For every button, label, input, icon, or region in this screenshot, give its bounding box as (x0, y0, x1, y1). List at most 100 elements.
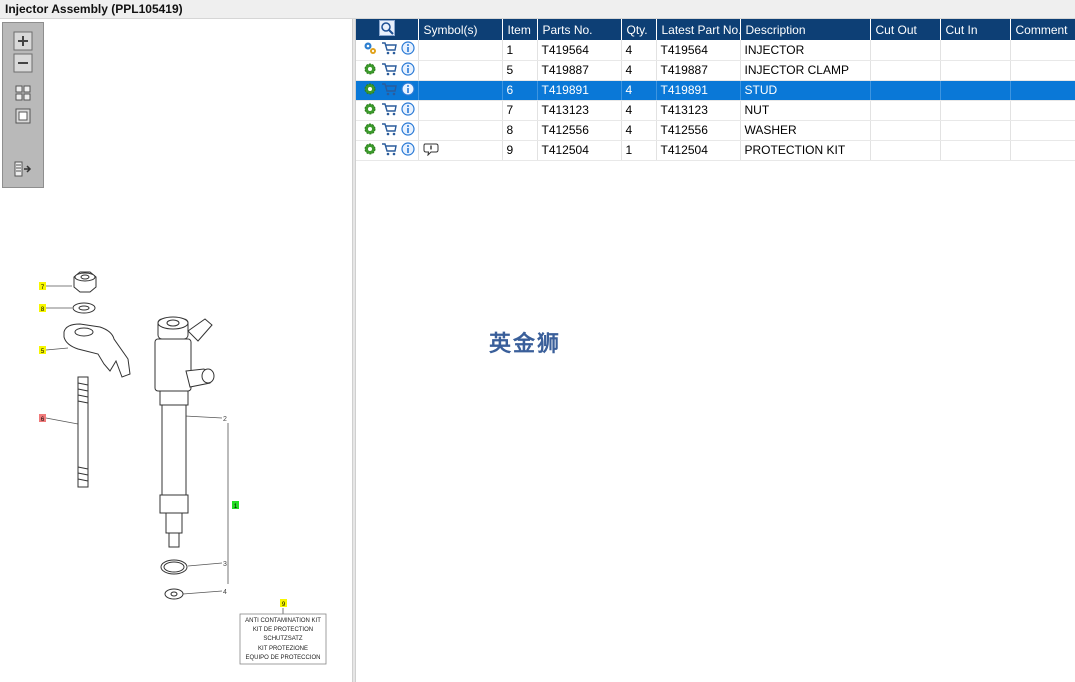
cell-part-no: T412556 (537, 120, 622, 141)
cell-qty: 4 (621, 80, 657, 101)
header-cut-out[interactable]: Cut Out (870, 19, 941, 40)
plus-icon (13, 31, 33, 51)
callout-2-label[interactable]: 2 (223, 416, 227, 423)
cell-qty: 1 (621, 140, 657, 161)
header-qty[interactable]: Qty. (621, 19, 657, 40)
info-icon (401, 101, 415, 116)
callout-3-label[interactable]: 3 (223, 561, 227, 568)
diagram-pane[interactable]: 7 8 5 6 2 1 3 4 9 ANTI CONTAMINATION KIT… (0, 19, 352, 682)
cell-comment (1010, 60, 1075, 81)
symbol-note[interactable] (423, 143, 439, 159)
header-description[interactable]: Description (740, 19, 871, 40)
info-icon (401, 81, 415, 96)
cell-part-no: T419564 (537, 40, 622, 61)
header-actions[interactable] (356, 19, 419, 40)
table-row[interactable]: 5 T419887 4 T419887 INJECTOR CLAMP (356, 60, 1075, 81)
cell-item: 9 (502, 140, 538, 161)
zoom-in-button[interactable] (13, 31, 33, 51)
header-symbols[interactable]: Symbol(s) (418, 19, 503, 40)
callout-8: 8 (39, 304, 46, 313)
cell-item: 6 (502, 80, 538, 101)
search-icon (378, 20, 395, 36)
configure-button[interactable] (362, 122, 378, 139)
seal-parts (160, 559, 188, 600)
table-row[interactable]: 9 T412504 1 T412504 PROTECTION KIT (356, 140, 1075, 161)
configure-button[interactable] (362, 102, 378, 119)
row-actions (356, 60, 419, 81)
cell-comment (1010, 40, 1075, 61)
header-latest-part-no[interactable]: Latest Part No. (656, 19, 741, 40)
table-row[interactable]: 1 T419564 4 T419564 INJECTOR (356, 40, 1075, 61)
grid-icon (15, 85, 31, 101)
kit-box-line: ANTI CONTAMINATION KIT (245, 618, 321, 624)
cell-qty: 4 (621, 120, 657, 141)
cell-qty: 4 (621, 60, 657, 81)
export-button[interactable] (13, 159, 33, 179)
cell-part-no: T419891 (537, 80, 622, 101)
cell-comment (1010, 80, 1075, 101)
cell-latest-part-no: T413123 (656, 100, 741, 121)
callout-2: 2 (223, 416, 227, 423)
cell-description: WASHER (740, 120, 871, 141)
cell-symbols (418, 120, 503, 141)
cell-cut-out (870, 60, 941, 81)
header-comment[interactable]: Comment (1010, 19, 1075, 40)
cell-description: INJECTOR CLAMP (740, 60, 871, 81)
table-row[interactable]: 8 T412556 4 T412556 WASHER (356, 120, 1075, 141)
cell-qty: 4 (621, 40, 657, 61)
configure-button[interactable] (362, 142, 378, 159)
callout-5: 5 (39, 346, 46, 355)
table-row[interactable]: 7 T413123 4 T413123 NUT (356, 100, 1075, 121)
info-icon (401, 121, 415, 136)
header-item[interactable]: Item (502, 19, 538, 40)
cell-symbols (418, 80, 503, 101)
zoom-out-button[interactable] (13, 53, 33, 73)
cart-icon (382, 42, 397, 55)
info-button[interactable] (400, 41, 416, 58)
clamp-part (63, 323, 131, 378)
cell-latest-part-no: T419887 (656, 60, 741, 81)
callout-4-label[interactable]: 4 (223, 589, 227, 596)
cell-cut-in (940, 140, 1011, 161)
cell-cut-in (940, 100, 1011, 121)
add-to-cart-button[interactable] (381, 102, 397, 119)
header-parts-no[interactable]: Parts No. (537, 19, 622, 40)
cell-part-no: T419887 (537, 60, 622, 81)
kit-box: ANTI CONTAMINATION KIT KIT DE PROTECTION… (239, 613, 327, 665)
cell-latest-part-no: T412556 (656, 120, 741, 141)
cell-symbols (418, 100, 503, 121)
fit-window-button[interactable] (13, 106, 33, 126)
configure-button[interactable] (362, 82, 378, 99)
configure-button[interactable] (362, 41, 378, 58)
info-button[interactable] (400, 61, 416, 79)
kit-box-line: KIT DE PROTECTION (253, 627, 313, 633)
info-button[interactable] (400, 141, 416, 159)
add-to-cart-button[interactable] (381, 82, 397, 99)
cell-cut-out (870, 120, 941, 141)
add-to-cart-button[interactable] (381, 122, 397, 139)
cell-description: NUT (740, 100, 871, 121)
info-button[interactable] (400, 121, 416, 139)
cell-cut-out (870, 140, 941, 161)
row-actions (356, 100, 419, 121)
info-button[interactable] (400, 101, 416, 119)
table-row[interactable]: 6 T419891 4 T419891 STUD (356, 80, 1075, 101)
callout-4: 4 (223, 589, 227, 596)
window-titlebar: Injector Assembly (PPL105419) (0, 0, 1075, 19)
kit-box-line: SCHUTZSATZ (263, 636, 303, 642)
fit-all-button[interactable] (13, 83, 33, 103)
header-cut-in[interactable]: Cut In (940, 19, 1011, 40)
export-icon (14, 161, 32, 177)
add-to-cart-button[interactable] (381, 62, 397, 79)
add-to-cart-button[interactable] (381, 142, 397, 159)
info-button[interactable] (400, 81, 416, 99)
gear-icon (364, 103, 376, 114)
cell-comment (1010, 120, 1075, 141)
row-actions (356, 140, 419, 161)
exploded-diagram[interactable]: 7 8 5 6 2 1 3 4 9 ANTI CONTAMINATION KIT… (0, 19, 352, 682)
cell-item: 7 (502, 100, 538, 121)
add-to-cart-button[interactable] (381, 41, 397, 58)
table-header: Symbol(s) Item Parts No. Qty. Latest Par… (356, 19, 1075, 40)
configure-button[interactable] (362, 62, 378, 79)
cell-cut-in (940, 120, 1011, 141)
